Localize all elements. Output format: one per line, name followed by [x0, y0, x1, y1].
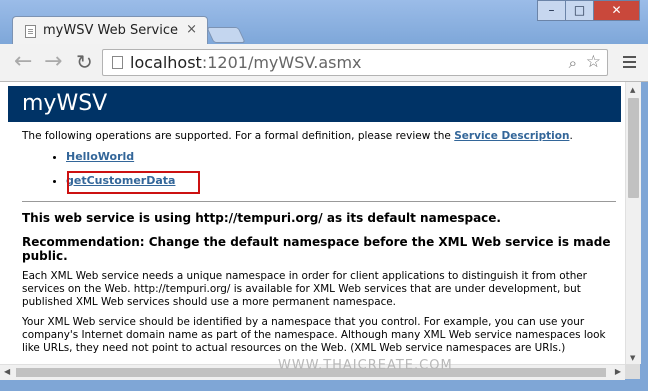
- scrollbar-corner: [625, 364, 640, 379]
- page-icon: [25, 25, 36, 38]
- operation-link-helloworld[interactable]: HelloWorld: [66, 150, 134, 163]
- vertical-scrollbar[interactable]: ▲ ▼: [625, 82, 641, 364]
- scroll-left-icon[interactable]: ◀: [4, 367, 10, 376]
- bookmark-star-icon[interactable]: ☆: [586, 52, 601, 72]
- close-button[interactable]: ✕: [593, 0, 640, 21]
- window-controls: – □ ✕: [537, 0, 640, 21]
- page-icon: [112, 56, 123, 69]
- url-host: localhost: [130, 53, 202, 72]
- address-bar[interactable]: localhost:1201/myWSV.asmx ⌕ ☆: [102, 49, 608, 76]
- intro-lead: The following operations are supported. …: [22, 130, 455, 142]
- intro-text: The following operations are supported. …: [22, 130, 607, 142]
- url-text[interactable]: localhost:1201/myWSV.asmx: [130, 53, 362, 72]
- browser-toolbar: ← → ↻ localhost:1201/myWSV.asmx ⌕ ☆: [0, 44, 648, 82]
- list-item: HelloWorld: [66, 150, 607, 163]
- new-tab-button[interactable]: [206, 27, 246, 43]
- namespace-notice: This web service is using http://tempuri…: [22, 211, 501, 225]
- menu-icon[interactable]: [623, 56, 636, 68]
- browser-tab[interactable]: myWSV Web Service ×: [12, 16, 208, 46]
- divider: [22, 201, 616, 202]
- minimize-button[interactable]: –: [537, 0, 566, 21]
- intro-end: .: [569, 130, 573, 142]
- window-titlebar: myWSV Web Service × – □ ✕: [0, 0, 648, 46]
- scroll-up-icon[interactable]: ▲: [630, 86, 635, 94]
- back-arrow-icon[interactable]: ←: [14, 50, 32, 74]
- search-icon[interactable]: ⌕: [569, 54, 577, 72]
- namespace-paragraph: Each XML Web service needs a unique name…: [22, 270, 587, 308]
- tab-title: myWSV Web Service: [43, 23, 179, 38]
- tab-close-icon[interactable]: ×: [186, 22, 197, 37]
- page-heading: myWSV: [8, 86, 621, 122]
- maximize-button[interactable]: □: [565, 0, 594, 21]
- scroll-down-icon[interactable]: ▼: [630, 354, 635, 362]
- forward-arrow-icon[interactable]: →: [44, 50, 62, 74]
- reload-icon[interactable]: ↻: [76, 50, 93, 74]
- watermark: WWW.THAICREATE.COM: [278, 358, 453, 373]
- service-description-link[interactable]: Service Description: [454, 130, 569, 142]
- recommendation-text: Recommendation: Change the default names…: [22, 235, 611, 263]
- scroll-thumb[interactable]: [628, 98, 639, 198]
- page-viewport: myWSV The following operations are suppo…: [0, 82, 625, 364]
- url-path: :1201/myWSV.asmx: [201, 53, 362, 72]
- scroll-right-icon[interactable]: ▶: [615, 367, 621, 376]
- highlight-box: [67, 171, 200, 194]
- namespace-example-paragraph: Your XML Web service should be identifie…: [22, 316, 606, 354]
